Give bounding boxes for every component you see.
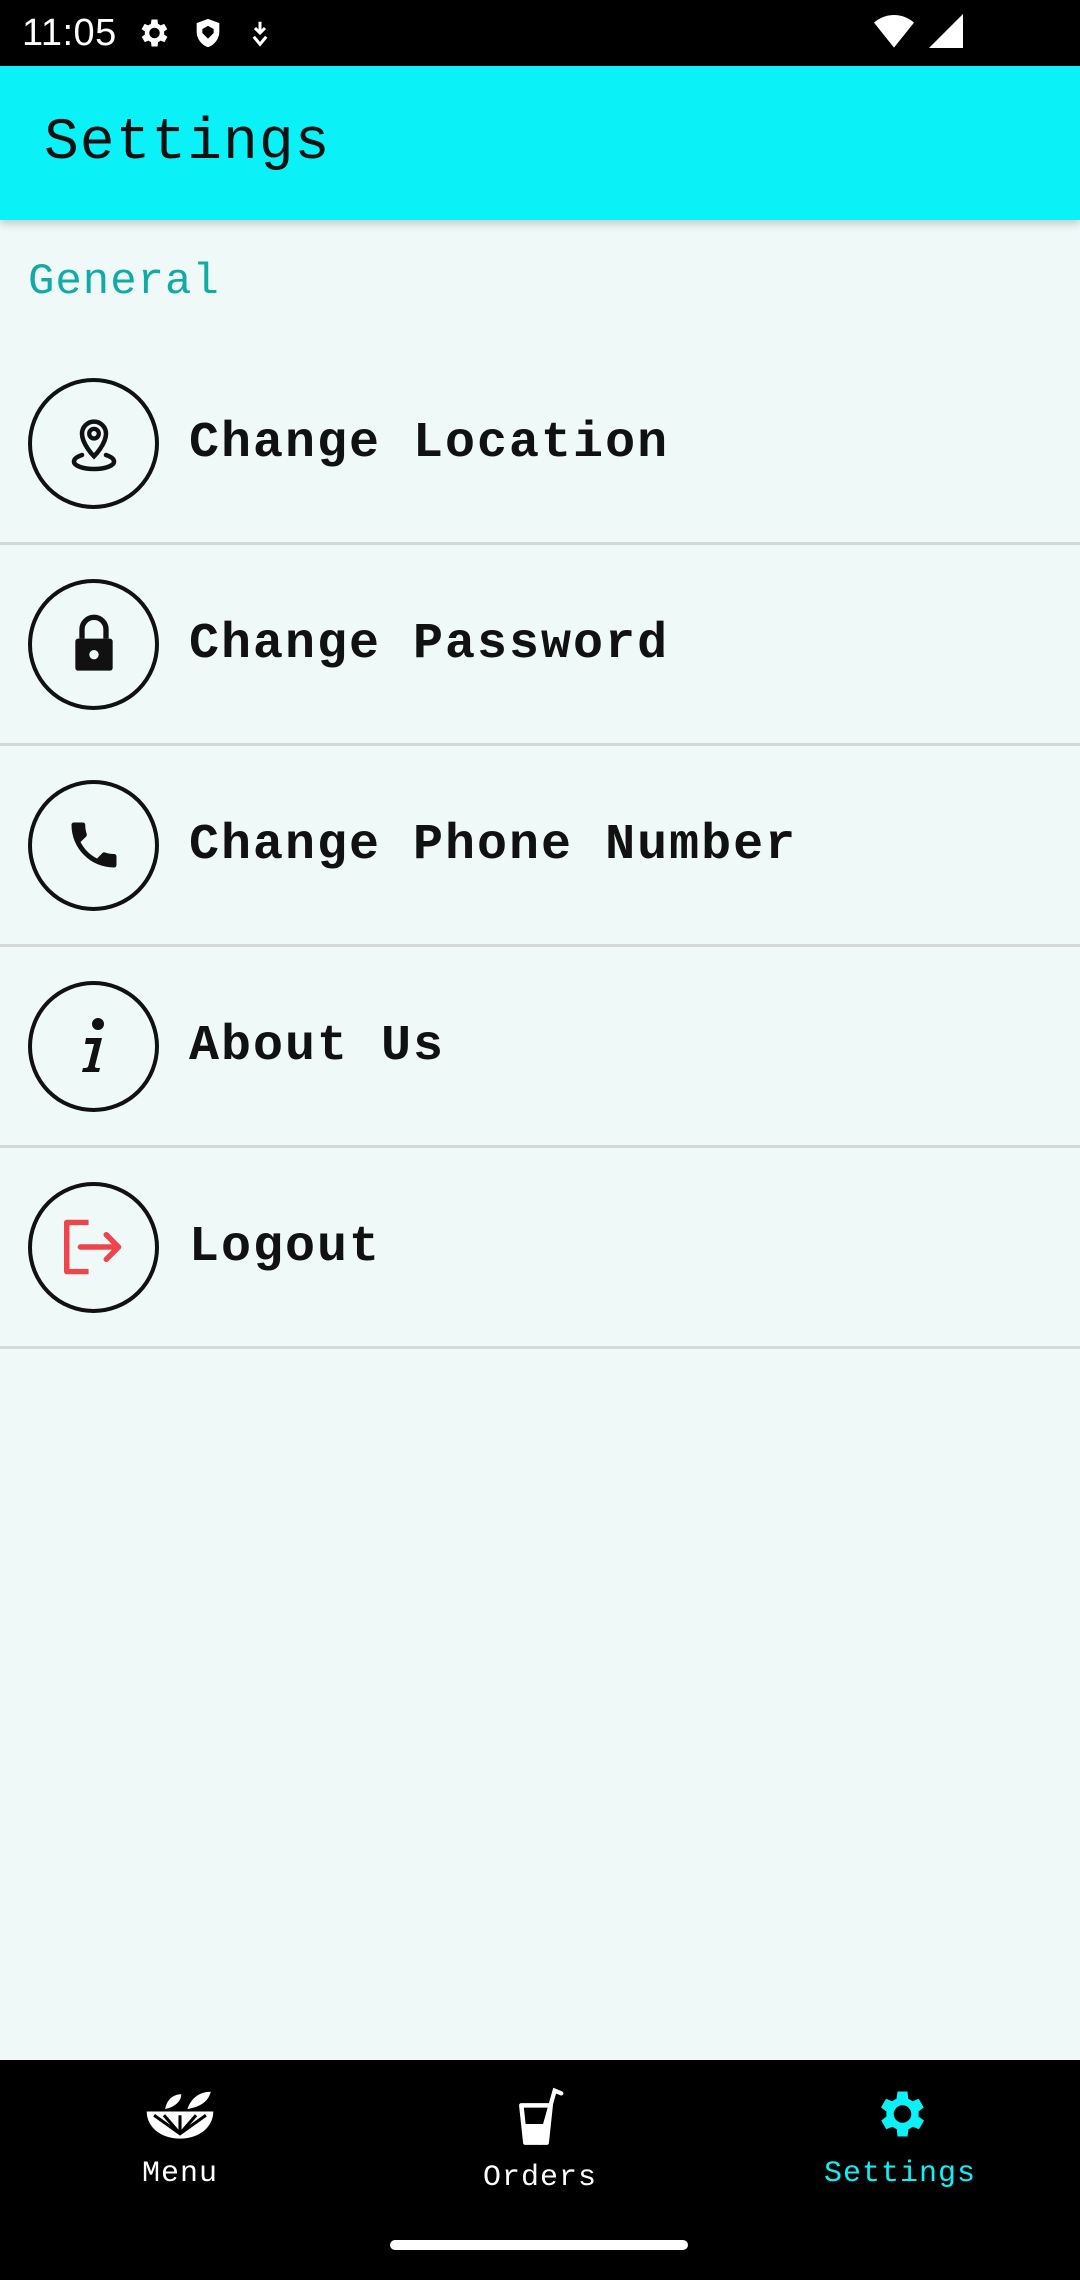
settings-content: General Change Location Change Password …	[0, 220, 1080, 1349]
settings-item-label: Logout	[189, 1218, 382, 1276]
nav-item-menu[interactable]: Menu	[0, 2060, 360, 2280]
nav-label-settings: Settings	[823, 2157, 977, 2191]
settings-list: Change Location Change Password Change P…	[0, 344, 1080, 1349]
settings-item-label: Change Password	[189, 615, 670, 673]
shield-icon	[191, 15, 225, 51]
gear-icon	[870, 2084, 930, 2149]
settings-item-about-us[interactable]: About Us	[0, 947, 1080, 1148]
settings-item-change-password[interactable]: Change Password	[0, 545, 1080, 746]
settings-item-change-location[interactable]: Change Location	[0, 344, 1080, 545]
gear-icon	[135, 15, 171, 51]
home-indicator[interactable]	[390, 2240, 688, 2250]
lock-icon	[28, 578, 159, 710]
nav-item-settings[interactable]: Settings	[720, 2060, 1080, 2280]
logout-icon	[28, 1181, 159, 1313]
wifi-icon	[874, 14, 914, 48]
app-bar: Settings	[0, 66, 1080, 220]
status-time: 11:05	[22, 11, 117, 54]
fruit-slice-icon	[143, 2084, 217, 2149]
settings-item-change-phone-number[interactable]: Change Phone Number	[0, 746, 1080, 947]
settings-item-label: Change Phone Number	[189, 816, 798, 874]
drink-cup-icon	[510, 2084, 570, 2153]
status-bar: 11:05	[0, 0, 1080, 66]
nav-label-orders: Orders	[482, 2161, 598, 2195]
phone-icon	[28, 779, 159, 911]
section-title-general: General	[28, 257, 220, 307]
page-title: Settings	[44, 110, 331, 176]
location-pin-icon	[28, 377, 159, 509]
info-icon	[28, 980, 159, 1112]
settings-item-logout[interactable]: Logout	[0, 1148, 1080, 1349]
settings-item-label: Change Location	[189, 414, 670, 472]
signal-icon	[928, 14, 964, 48]
settings-item-label: About Us	[189, 1017, 446, 1075]
nav-label-menu: Menu	[141, 2157, 218, 2191]
download-icon	[245, 16, 275, 50]
